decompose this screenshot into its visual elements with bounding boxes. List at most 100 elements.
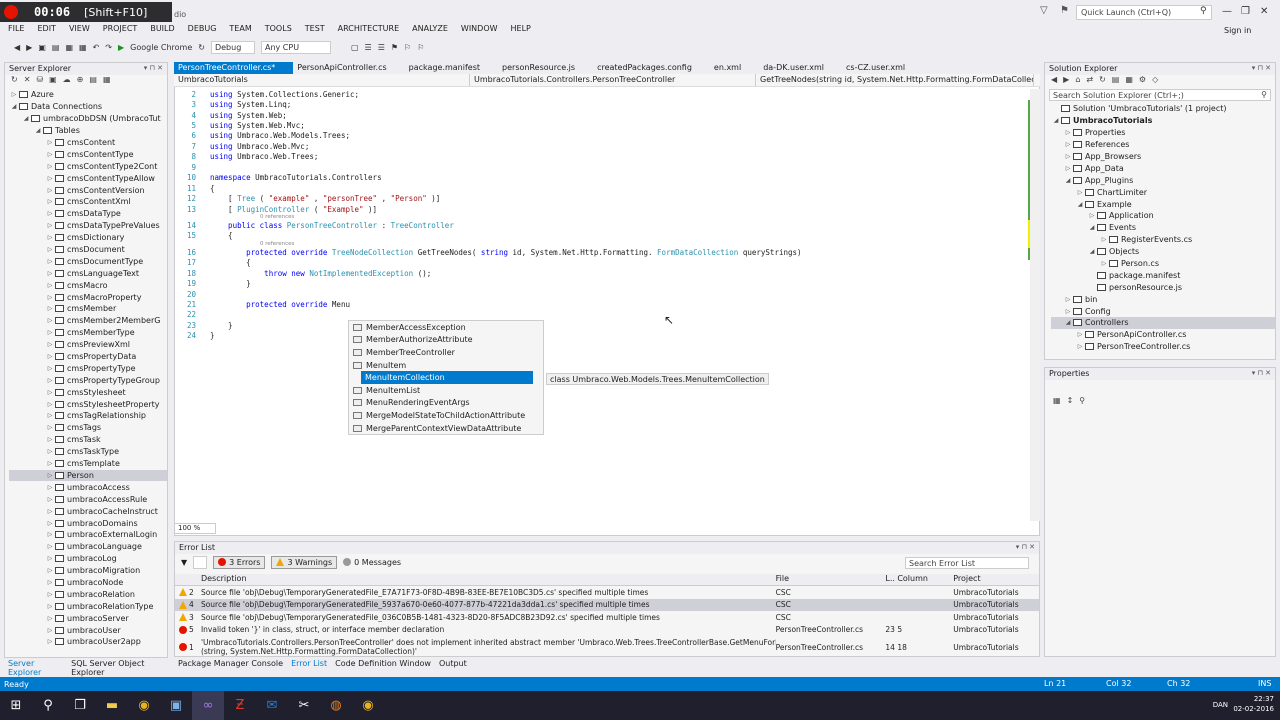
home-icon[interactable]: ⌂ xyxy=(1075,75,1080,89)
bottom-tab[interactable]: Code Definition Window xyxy=(335,659,431,671)
stop-icon[interactable]: ✕ xyxy=(24,75,31,89)
tree-item[interactable]: ▷ umbracoCacheInstruct xyxy=(9,505,167,517)
code-line[interactable]: 16 protected override TreeNodeCollection… xyxy=(174,247,1030,257)
expanded-arrow-icon[interactable]: ◢ xyxy=(21,115,31,122)
connect-database-icon[interactable]: ⛁ xyxy=(36,75,43,89)
tree-item[interactable]: ▷ umbracoAccess xyxy=(9,481,167,493)
menu-project[interactable]: PROJECT xyxy=(103,24,138,38)
azure-icon[interactable]: ☁ xyxy=(63,75,71,89)
tree-item[interactable]: ▷ cmsPropertyTypeGroup xyxy=(9,374,167,386)
collapsed-arrow-icon[interactable]: ▷ xyxy=(1063,141,1073,148)
completion-item[interactable]: MemberAccessException xyxy=(349,321,543,334)
code-line[interactable]: 8 using Umbraco.Web.Trees; xyxy=(174,152,1030,162)
tree-item[interactable]: ◢ umbracoDbDSN (UmbracoTut xyxy=(9,113,167,125)
zoom-select[interactable]: 100 % xyxy=(174,523,216,534)
tray-clock[interactable]: 22:37 02-02-2016 xyxy=(1233,694,1274,714)
tree-item[interactable]: ◢ Data Connections xyxy=(9,101,167,113)
collapsed-arrow-icon[interactable]: ▷ xyxy=(45,615,55,622)
solution-search-input[interactable]: Search Solution Explorer (Ctrl+;) ⚲ xyxy=(1049,89,1271,101)
collapsed-arrow-icon[interactable]: ▷ xyxy=(45,401,55,408)
property-pages-icon[interactable]: ⚲ xyxy=(1079,396,1085,405)
tree-item[interactable]: ◢ Events xyxy=(1051,222,1275,234)
collapsed-arrow-icon[interactable]: ▷ xyxy=(45,603,55,610)
code-line[interactable]: 21 protected override Menu xyxy=(174,299,1030,309)
tree-item[interactable]: ▷ bin xyxy=(1051,293,1275,305)
tree-item[interactable]: ▷ Config xyxy=(1051,305,1275,317)
connect-server-icon[interactable]: ▣ xyxy=(49,75,57,89)
code-line[interactable]: 17 { xyxy=(174,258,1030,268)
tree-item[interactable]: ▷ ChartLimiter xyxy=(1051,186,1275,198)
panel-controls-icon[interactable]: ▾ ⊓ ✕ xyxy=(1016,543,1035,551)
sync-icon[interactable]: ⇄ xyxy=(1086,75,1093,89)
completion-item[interactable]: MenuItemCollection xyxy=(361,371,533,384)
tree-item[interactable]: ▷ umbracoUser2app xyxy=(9,636,167,648)
tree-item[interactable]: ▷ Application xyxy=(1051,210,1275,222)
undo-icon[interactable]: ↶ xyxy=(93,43,100,52)
code-line[interactable]: 20 xyxy=(174,289,1030,299)
collapsed-arrow-icon[interactable]: ▷ xyxy=(45,567,55,574)
browser-selector[interactable]: Google Chrome xyxy=(130,43,192,52)
error-row[interactable]: 2 Source file 'obj\Debug\TemporaryGenerat… xyxy=(175,586,1039,599)
alphabetical-icon[interactable]: ↕ xyxy=(1067,396,1074,405)
feedback-flag-icon[interactable]: ⚑ xyxy=(1060,5,1069,16)
error-row[interactable]: 5 Invalid token '}' in class, struct, or … xyxy=(175,624,1039,637)
completion-item[interactable]: MemberAuthorizeAttribute xyxy=(349,334,543,347)
back-icon[interactable]: ◀ xyxy=(1051,75,1057,89)
column-column[interactable]: Column xyxy=(897,574,953,585)
tree-item[interactable]: Solution 'UmbracoTutorials' (1 project) xyxy=(1051,103,1275,115)
code-line[interactable]: 2 using System.Collections.Generic; xyxy=(174,89,1030,99)
filter-icon[interactable]: ▼ xyxy=(181,558,187,567)
collapsed-arrow-icon[interactable]: ▷ xyxy=(45,198,55,205)
expanded-arrow-icon[interactable]: ◢ xyxy=(9,103,19,110)
tree-item[interactable]: ▷ cmsPreviewXml xyxy=(9,339,167,351)
collapsed-arrow-icon[interactable]: ▷ xyxy=(45,258,55,265)
tree-item[interactable]: ◢ Objects xyxy=(1051,246,1275,258)
collapsed-arrow-icon[interactable]: ▷ xyxy=(45,365,55,372)
task-view-icon[interactable]: ❐ xyxy=(64,691,96,720)
next-bookmark-icon[interactable]: ⚐ xyxy=(417,43,424,52)
bottom-tab[interactable]: Error List xyxy=(291,659,327,671)
collapsed-arrow-icon[interactable]: ▷ xyxy=(1075,331,1085,338)
tree-item[interactable]: ◢ App_Plugins xyxy=(1051,174,1275,186)
code-line[interactable]: 11 { xyxy=(174,183,1030,193)
properties-icon[interactable]: ⚙ xyxy=(1139,75,1146,89)
code-line[interactable]: 4 using System.Web; xyxy=(174,110,1030,120)
tree-item[interactable]: ▷ cmsDataTypePreValues xyxy=(9,220,167,232)
collapsed-arrow-icon[interactable]: ▷ xyxy=(1063,129,1073,136)
menu-file[interactable]: FILE xyxy=(8,24,24,38)
completion-item[interactable]: MergeParentContextViewDataAttribute xyxy=(349,422,543,435)
code-line[interactable]: 10 namespace UmbracoTutorials.Controllers xyxy=(174,173,1030,183)
file-explorer-icon[interactable]: ▬ xyxy=(96,691,128,720)
forward-icon[interactable]: ▶ xyxy=(26,43,32,52)
collapsed-arrow-icon[interactable]: ▷ xyxy=(1099,260,1109,267)
collapse-icon[interactable]: ▤ xyxy=(89,75,97,89)
collapsed-arrow-icon[interactable]: ▷ xyxy=(45,627,55,634)
refresh-icon[interactable]: ↻ xyxy=(1099,75,1106,89)
column-description[interactable]: Description xyxy=(201,574,776,585)
scope-dropdown[interactable] xyxy=(193,555,208,569)
tree-item[interactable]: ▷ cmsTemplate xyxy=(9,458,167,470)
tree-item[interactable]: ▷ Person.cs xyxy=(1051,258,1275,270)
tree-item[interactable]: ▷ umbracoExternalLogin xyxy=(9,529,167,541)
collapsed-arrow-icon[interactable]: ▷ xyxy=(45,436,55,443)
code-line[interactable]: 18 throw new NotImplementedException (); xyxy=(174,268,1030,278)
search-icon[interactable]: ⚲ xyxy=(32,691,64,720)
tree-item[interactable]: ▷ cmsContentType2Cont xyxy=(9,160,167,172)
expanded-arrow-icon[interactable]: ◢ xyxy=(1051,117,1061,124)
back-icon[interactable]: ◀ xyxy=(14,43,20,52)
collapsed-arrow-icon[interactable]: ▷ xyxy=(45,234,55,241)
collapsed-arrow-icon[interactable]: ▷ xyxy=(45,341,55,348)
document-tab[interactable]: package.manifest xyxy=(405,62,498,74)
code-line[interactable]: 12 [ Tree ( "example" , "personTree" , "… xyxy=(174,193,1030,203)
tools-icon[interactable]: ✂ xyxy=(288,691,320,720)
collapsed-arrow-icon[interactable]: ▷ xyxy=(45,305,55,312)
tree-item[interactable]: ▷ Azure xyxy=(9,89,167,101)
member-dropdown[interactable]: GetTreeNodes(string id, System.Net.Http.… xyxy=(756,74,1034,86)
project-dropdown[interactable]: UmbracoTutorials xyxy=(174,74,470,86)
notification-filter-icon[interactable]: ▽ xyxy=(1040,5,1048,16)
minimize-icon[interactable]: — xyxy=(1222,6,1232,17)
comment-icon[interactable]: ▢ xyxy=(351,43,359,52)
code-line[interactable]: 5 using System.Web.Mvc; xyxy=(174,120,1030,130)
collapsed-arrow-icon[interactable]: ▷ xyxy=(1087,212,1097,219)
menu-view[interactable]: VIEW xyxy=(69,24,90,38)
